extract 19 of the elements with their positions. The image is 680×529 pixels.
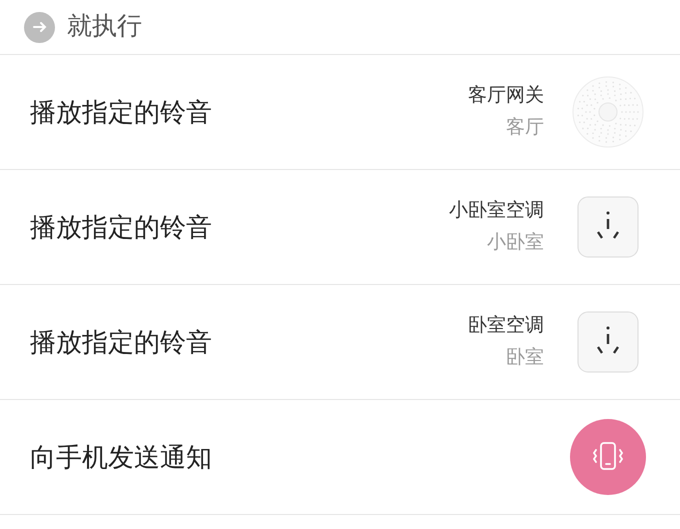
action-label: 播放指定的铃音 [30,210,213,244]
action-row[interactable]: 播放指定的铃音 客厅网关 客厅 [0,55,680,170]
socket-icon [577,311,639,373]
arrow-right-icon [24,12,55,42]
action-label: 播放指定的铃音 [30,96,213,128]
action-row[interactable]: 播放指定的铃音 卧室空调 卧室 [0,285,680,400]
gateway-icon [572,76,644,148]
room-name: 卧室 [506,346,544,370]
device-name: 客厅网关 [468,84,544,108]
device-name: 小卧室空调 [449,198,544,222]
action-label: 向手机发送通知 [30,440,213,474]
device-name: 卧室空调 [468,314,544,338]
action-row[interactable]: 向手机发送通知 [0,400,680,515]
action-row[interactable]: 播放指定的铃音 小卧室空调 小卧室 [0,170,680,285]
section-title: 就执行 [67,11,142,42]
socket-icon [577,196,639,258]
action-label: 播放指定的铃音 [30,326,213,358]
room-name: 小卧室 [487,231,544,255]
room-name: 客厅 [506,116,544,140]
